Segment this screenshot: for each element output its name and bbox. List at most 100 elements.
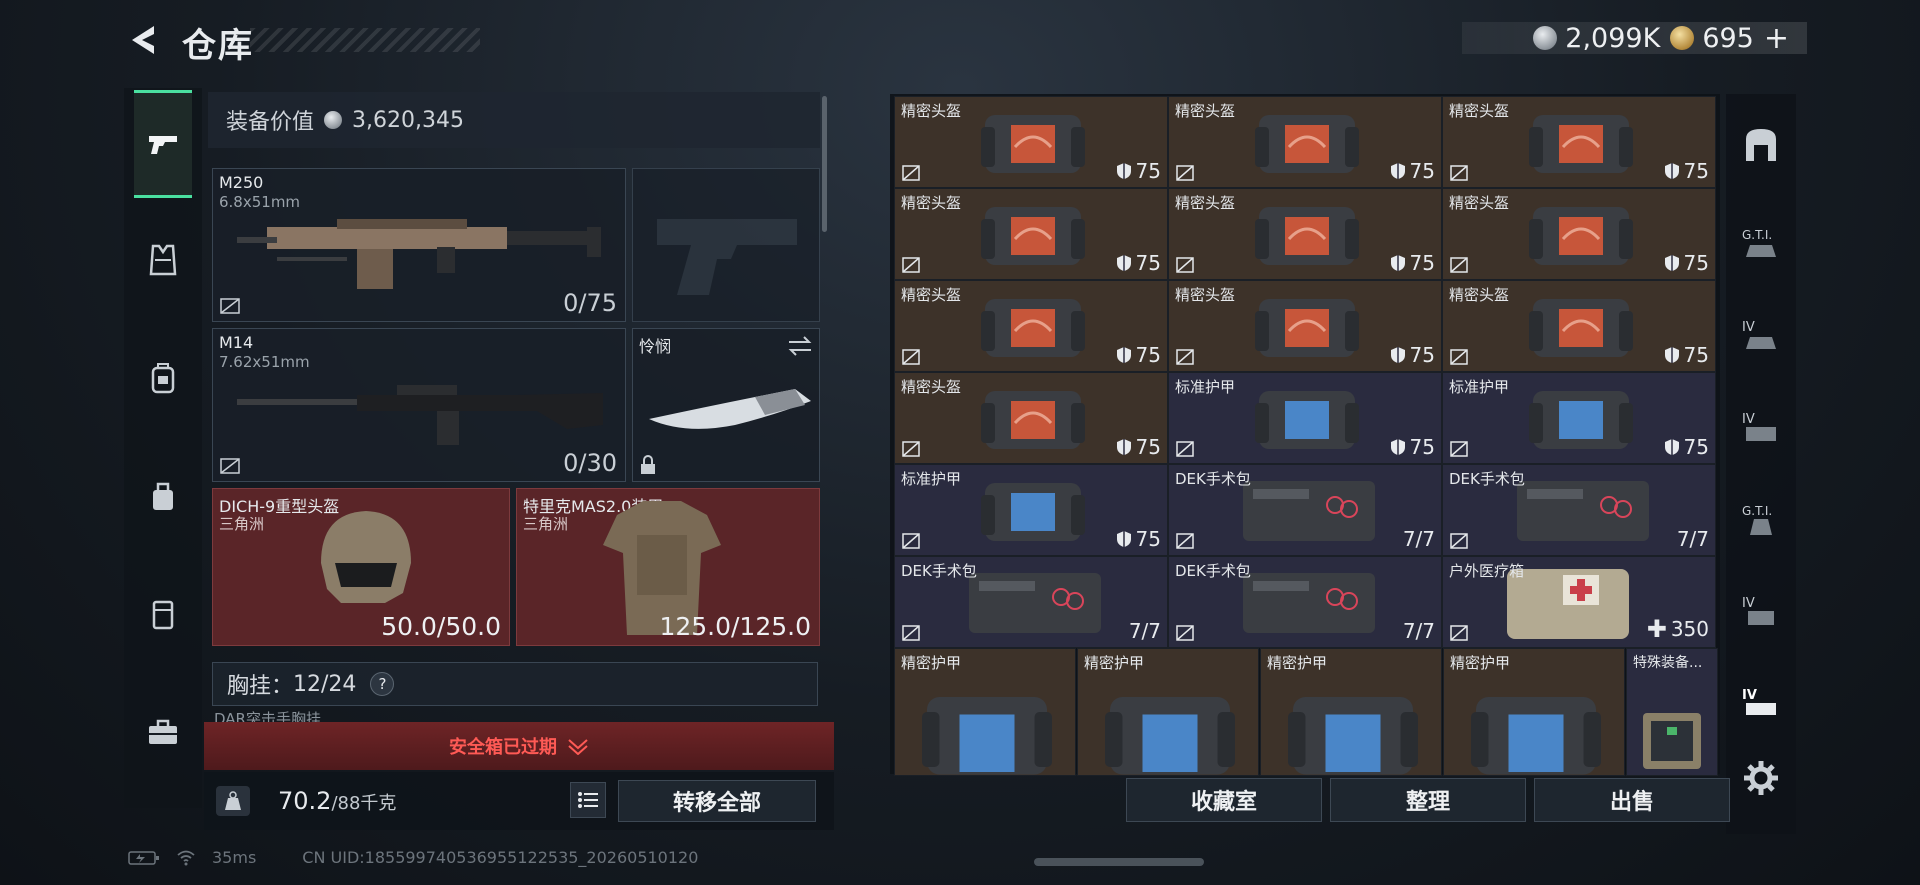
sort-button[interactable]: 整理 [1330, 778, 1526, 822]
list-view-button[interactable] [570, 782, 606, 818]
storage-item[interactable]: 精密头盔 75 [1168, 188, 1442, 280]
vest-icon [149, 244, 177, 276]
collection-room-button[interactable]: 收藏室 [1126, 778, 1322, 822]
storage-item[interactable]: DEK手术包 7/7 [1168, 556, 1442, 648]
storage-item[interactable]: DEK手术包 7/7 [1168, 464, 1442, 556]
swap-icon[interactable] [787, 335, 813, 357]
item-value-text: 7/7 [1402, 527, 1435, 551]
storage-item-large[interactable]: 精密护甲 [1077, 648, 1259, 776]
armor-item-icon [1255, 391, 1359, 449]
silver-currency: 2,099K [1533, 23, 1660, 54]
storage-item[interactable]: DEK手术包 7/7 [894, 556, 1168, 648]
storage-item[interactable]: 精密头盔 75 [894, 96, 1168, 188]
storage-item[interactable]: 户外医疗箱 ✚ 350 [1442, 556, 1716, 648]
gti-icon: G.T.I. [1742, 504, 1772, 535]
item-value: 75 [1116, 527, 1161, 551]
item-name: 精密头盔 [901, 194, 962, 212]
helmet-item-icon [981, 299, 1085, 357]
item-name: 精密头盔 [1175, 102, 1236, 120]
storage-grid: 精密头盔 75 精密头盔 75 精密头盔 75 精密头盔 75 精密头盔 75 精密头盔 75 精密头盔… [890, 94, 1720, 776]
svg-text:IV: IV [1742, 320, 1755, 335]
nav-weapons[interactable] [134, 90, 192, 198]
currency-bar: 2,099K 695 + [1462, 21, 1807, 56]
item-value: 7/7 [1677, 527, 1709, 551]
secondary-weapon-slot[interactable]: M14 7.62x51mm 0/30 [212, 328, 626, 482]
helmet-slot[interactable]: DICH-9重型头盔 三角洲 50.0/50.0 [212, 488, 510, 646]
storage-item[interactable]: 精密头盔 75 [894, 188, 1168, 280]
back-button[interactable] [124, 20, 164, 60]
iv-icon: IV [1742, 320, 1776, 349]
item-name: 精密护甲 [1450, 654, 1511, 672]
nav-iv-4[interactable]: IV [1732, 658, 1790, 746]
equip-value-amount: 3,620,345 [352, 107, 464, 133]
nav-iv-2[interactable]: IV [1732, 382, 1790, 470]
melee-slot[interactable]: 怜悯 [632, 328, 820, 482]
item-name: DEK手术包 [1449, 470, 1525, 488]
item-value-text: 75 [1683, 251, 1709, 275]
storage-item-special[interactable]: 特殊装备... [1626, 648, 1718, 776]
iv-icon: IV [1742, 596, 1774, 625]
armor-item-icon [1471, 697, 1601, 775]
weight-current: 70.2/88千克 [278, 787, 396, 815]
nav-case[interactable] [134, 560, 192, 668]
item-value: 75 [1116, 343, 1161, 367]
item-value: 75 [1390, 343, 1435, 367]
right-storage-nav: G.T.I. IV IV G.T.I. IV IV [1726, 94, 1796, 834]
storage-item-large[interactable]: 精密护甲 [894, 648, 1076, 776]
storage-item-large[interactable]: 精密护甲 [1443, 648, 1625, 776]
nav-toolbox[interactable] [134, 678, 192, 786]
storage-item[interactable]: 精密头盔 75 [1442, 280, 1716, 372]
svg-text:G.T.I.: G.T.I. [1742, 228, 1772, 242]
storage-item[interactable]: DEK手术包 7/7 [1442, 464, 1716, 556]
storage-item-large[interactable]: 精密护甲 [1260, 648, 1442, 776]
storage-item[interactable]: 标准护甲 75 [1442, 372, 1716, 464]
nav-vest[interactable] [134, 206, 192, 314]
settings-button[interactable] [1732, 734, 1790, 822]
no-insure-icon [1176, 349, 1194, 365]
no-insure-icon [1450, 349, 1468, 365]
item-name: 精密护甲 [1267, 654, 1328, 672]
armor-slot[interactable]: 特里克MAS2.0装甲 三角洲 125.0/125.0 [516, 488, 820, 646]
item-value: 75 [1116, 435, 1161, 459]
storage-item[interactable]: 标准护甲 75 [894, 464, 1168, 556]
storage-item[interactable]: 精密头盔 75 [894, 280, 1168, 372]
transfer-all-button[interactable]: 转移全部 [618, 780, 816, 822]
helmet-durability: 50.0/50.0 [381, 612, 501, 641]
add-gold-button[interactable]: + [1764, 21, 1789, 56]
silver-amount: 2,099K [1565, 22, 1661, 54]
nav-gti-2[interactable]: G.T.I. [1732, 474, 1790, 562]
helmet-item-icon [981, 391, 1085, 449]
shield-icon [1116, 255, 1131, 271]
item-value-text: 75 [1683, 343, 1709, 367]
nav-iv-3[interactable]: IV [1732, 566, 1790, 654]
item-value-text: 75 [1135, 527, 1161, 551]
item-name: 精密头盔 [901, 102, 962, 120]
storage-item[interactable]: 精密头盔 75 [1168, 280, 1442, 372]
loadout-scrollbar[interactable] [822, 96, 827, 232]
chevron-down-icon [568, 739, 588, 755]
storage-item[interactable]: 精密头盔 75 [1168, 96, 1442, 188]
storage-item[interactable]: 精密头盔 75 [894, 372, 1168, 464]
helmet-item-icon [1529, 115, 1633, 173]
no-insure-icon [902, 165, 920, 181]
storage-item[interactable]: 标准护甲 75 [1168, 372, 1442, 464]
armor-item-icon [1288, 697, 1418, 775]
item-name: 标准护甲 [1175, 378, 1236, 396]
sell-button[interactable]: 出售 [1534, 778, 1730, 822]
nav-armor-storage[interactable] [1732, 102, 1790, 190]
nav-gti-1[interactable]: G.T.I. [1732, 198, 1790, 286]
storage-item[interactable]: 精密头盔 75 [1442, 188, 1716, 280]
item-value: 7/7 [1403, 619, 1435, 643]
silver-coin-icon [324, 111, 343, 129]
nav-iv-1[interactable]: IV [1732, 290, 1790, 378]
gold-currency[interactable]: 695 + [1670, 21, 1789, 56]
item-value-text: 7/7 [1402, 619, 1435, 643]
safe-box-expired-banner[interactable]: 安全箱已过期 [204, 722, 834, 770]
storage-item[interactable]: 精密头盔 75 [1442, 96, 1716, 188]
nav-bag[interactable] [134, 442, 192, 550]
pistol-slot-empty[interactable] [632, 168, 820, 322]
nav-backpack[interactable] [134, 324, 192, 432]
armor-durability: 125.0/125.0 [659, 612, 811, 641]
primary-weapon-slot[interactable]: M250 6.8x51mm 0/75 [212, 168, 626, 322]
help-icon[interactable]: ? [370, 672, 395, 696]
